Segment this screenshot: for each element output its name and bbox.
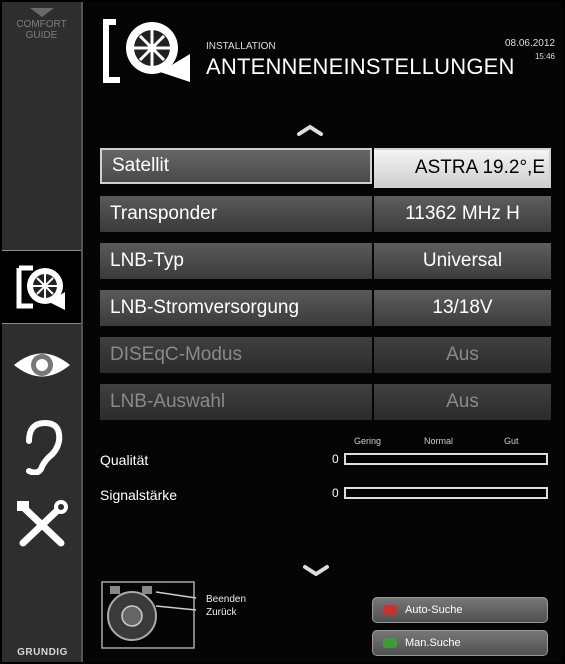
- signal-value: 0: [332, 486, 339, 500]
- setting-label: Satellit: [100, 148, 372, 184]
- exit-hint: Beenden: [206, 594, 247, 605]
- setting-row-satellit[interactable]: Satellit ASTRA 19.2°,E: [100, 148, 551, 188]
- tools-icon: [16, 500, 68, 547]
- setting-label: LNB-Typ: [100, 243, 372, 279]
- meter-scale-low: Gering: [354, 436, 382, 446]
- back-hint: Zurück: [206, 607, 237, 618]
- setting-value[interactable]: Universal: [374, 243, 551, 279]
- eye-icon: [13, 353, 70, 376]
- setting-value: Aus: [374, 337, 551, 373]
- meter-scale-mid: Normal: [424, 436, 454, 446]
- triangle-up-icon: [29, 8, 54, 17]
- scroll-up-icon[interactable]: [296, 124, 324, 136]
- manual-search-label: Man.Suche: [405, 637, 461, 649]
- quality-meter: [344, 453, 548, 465]
- sidebar: COMFORT GUIDE GRUNDIG: [2, 2, 83, 662]
- setting-row-diseqc-modus: DISEqC-Modus Aus: [100, 337, 551, 373]
- sidebar-item-settings[interactable]: [2, 494, 81, 556]
- tv-screen: COMFORT GUIDE GRUNDIG INSTALLATION ANTEN…: [0, 0, 565, 664]
- comfort-guide-label: COMFORT GUIDE: [16, 19, 67, 41]
- setting-label: LNB-Stromversorgung: [100, 290, 372, 326]
- satellite-dish-icon: [103, 19, 190, 83]
- sidebar-item-installation[interactable]: [2, 250, 81, 324]
- comfort-guide[interactable]: COMFORT GUIDE: [2, 2, 81, 77]
- remote-control-icon: [101, 581, 197, 649]
- satellite-dish-icon: [16, 265, 65, 310]
- signal-meter: [344, 487, 548, 499]
- setting-label: Transponder: [100, 196, 372, 232]
- setting-row-lnb-stromversorgung[interactable]: LNB-Stromversorgung 13/18V: [100, 290, 551, 326]
- ear-icon: [25, 419, 62, 475]
- setting-row-lnb-auswahl: LNB-Auswahl Aus: [100, 384, 551, 420]
- setting-label: LNB-Auswahl: [100, 384, 372, 420]
- setting-value: Aus: [374, 384, 551, 420]
- scroll-down-icon[interactable]: [302, 564, 330, 576]
- quality-value: 0: [332, 452, 339, 466]
- red-key-icon: [383, 605, 397, 615]
- setting-value[interactable]: 13/18V: [374, 290, 551, 326]
- sidebar-item-sound[interactable]: [2, 412, 81, 482]
- main-panel: INSTALLATION ANTENNENEINSTELLUNGEN 08.06…: [84, 2, 563, 662]
- setting-row-lnb-typ[interactable]: LNB-Typ Universal: [100, 243, 551, 279]
- time-label: 15:46: [534, 52, 555, 61]
- section-label: INSTALLATION: [206, 41, 276, 52]
- manual-search-button[interactable]: Man.Suche: [372, 630, 548, 656]
- setting-row-transponder[interactable]: Transponder 11362 MHz H: [100, 196, 551, 232]
- quality-label: Qualität: [100, 452, 149, 468]
- setting-label: DISEqC-Modus: [100, 337, 372, 373]
- setting-value[interactable]: ASTRA 19.2°,E: [374, 148, 551, 188]
- setting-value[interactable]: 11362 MHz H: [374, 196, 551, 232]
- meter-scale-high: Gut: [504, 436, 519, 446]
- sidebar-item-picture[interactable]: [2, 337, 81, 392]
- auto-search-label: Auto-Suche: [405, 604, 463, 616]
- date-label: 08.06.2012: [504, 38, 555, 49]
- auto-search-button[interactable]: Auto-Suche: [372, 597, 548, 623]
- green-key-icon: [383, 638, 397, 648]
- brand-logo: GRUNDIG: [17, 647, 68, 658]
- page-title: ANTENNENEINSTELLUNGEN: [206, 54, 515, 79]
- signal-label: Signalstärke: [100, 487, 178, 503]
